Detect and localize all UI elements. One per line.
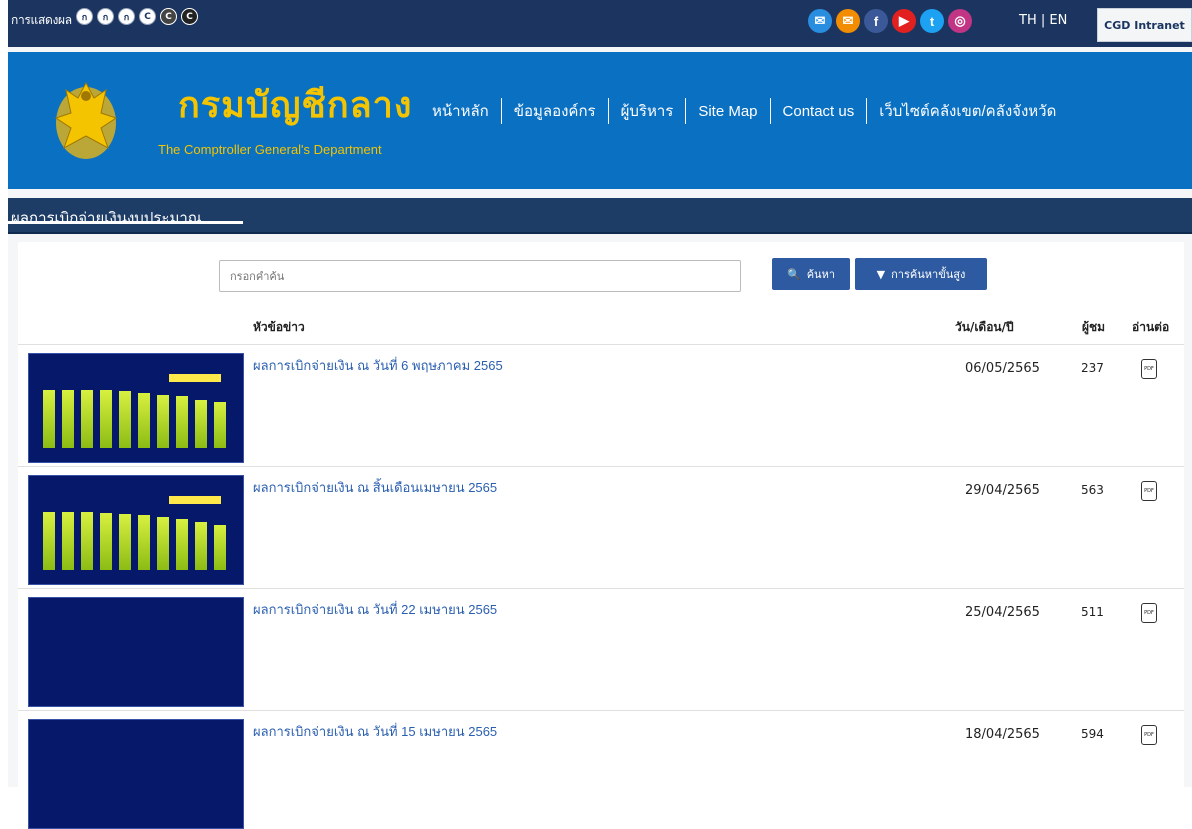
news-thumbnail[interactable] [28,719,244,829]
filter-icon: ▼ [876,267,886,281]
site-header: กรมบัญชีกลาง The Comptroller General's D… [8,52,1192,189]
twitter-icon[interactable]: t [920,9,944,33]
news-thumbnail[interactable] [28,353,244,463]
table-row: ผลการเบิกจ่ายเงิน ณ สิ้นเดือนเมษายน 2565… [18,466,1184,585]
nav-home[interactable]: หน้าหลัก [420,99,501,123]
news-date: 29/04/2565 [965,483,1040,498]
font-small-button[interactable]: ก [76,8,93,25]
news-title-link[interactable]: ผลการเบิกจ่ายเงิน ณ วันที่ 6 พฤษภาคม 256… [253,355,503,376]
cgd-intranet-button[interactable]: CGD Intranet [1097,8,1192,42]
pdf-icon[interactable]: PDF [1141,481,1157,501]
main-nav: หน้าหลัก ข้อมูลองค์กร ผู้บริหาร Site Map… [420,98,1068,124]
news-date: 25/04/2565 [965,605,1040,620]
brand-title-th: กรมบัญชีกลาง [178,84,413,125]
news-views: 563 [1081,483,1104,497]
search-icon: 🔍 [786,267,801,281]
news-title-link[interactable]: ผลการเบิกจ่ายเงิน ณ สิ้นเดือนเมษายน 2565 [253,477,497,498]
pdf-icon[interactable]: PDF [1141,603,1157,623]
contrast-high-button[interactable]: C [181,8,198,25]
nav-contact[interactable]: Contact us [771,103,867,120]
display-label: การแสดงผล [11,13,72,27]
news-views: 237 [1081,361,1104,375]
news-views: 511 [1081,605,1104,619]
news-views: 594 [1081,727,1104,741]
email-orange-icon[interactable]: ✉ [836,9,860,33]
social-links: ✉ ✉ f ▶ t ◎ [808,9,972,33]
nav-organization[interactable]: ข้อมูลองค์กร [502,99,608,123]
pdf-icon[interactable]: PDF [1141,359,1157,379]
facebook-icon[interactable]: f [864,9,888,33]
thumbnail-bars [43,388,233,448]
font-medium-button[interactable]: ก [97,8,114,25]
table-row: ผลการเบิกจ่ายเงิน ณ วันที่ 15 เมษายน 256… [18,710,1184,829]
section-underline [8,221,243,224]
news-title-link[interactable]: ผลการเบิกจ่ายเงิน ณ วันที่ 15 เมษายน 256… [253,721,497,742]
section-title: ผลการเบิกจ่ายเงินงบประมาณ [11,210,202,227]
email-icon[interactable]: ✉ [808,9,832,33]
lang-en-link[interactable]: EN [1049,13,1067,28]
news-thumbnail[interactable] [28,597,244,707]
thumbnail-bars [43,510,233,570]
font-large-button[interactable]: ก [118,8,135,25]
column-header-date: วัน/เดือน/ปี [955,320,1014,334]
nav-sitemap[interactable]: Site Map [686,103,769,120]
advanced-search-label: การค้นหาขั้นสูง [891,268,966,281]
lang-th-link[interactable]: TH [1019,13,1037,28]
top-bar: การแสดงผล ก ก ก C C C ✉ ✉ f ▶ t ◎ TH | E… [8,0,1192,47]
brand-title-en: The Comptroller General's Department [158,142,382,157]
font-size-controls: ก ก ก C C C [76,8,198,25]
column-header-title: หัวข้อข่าว [253,320,305,334]
news-date: 18/04/2565 [965,727,1040,742]
pdf-icon[interactable]: PDF [1141,725,1157,745]
lang-separator: | [1040,13,1046,28]
table-row: ผลการเบิกจ่ายเงิน ณ วันที่ 6 พฤษภาคม 256… [18,344,1184,463]
column-header-read: อ่านต่อ [1132,320,1170,334]
section-header: ผลการเบิกจ่ายเงินงบประมาณ [8,198,1192,234]
garuda-logo-icon[interactable] [46,68,126,168]
search-button-label: ค้นหา [806,268,835,281]
contrast-dark-button[interactable]: C [160,8,177,25]
contrast-normal-button[interactable]: C [139,8,156,25]
news-thumbnail[interactable] [28,475,244,585]
instagram-icon[interactable]: ◎ [948,9,972,33]
nav-regional-sites[interactable]: เว็บไซต์คลังเขต/คลังจังหวัด [867,99,1068,123]
content-panel: 🔍 ค้นหา ▼ การค้นหาขั้นสูง หัวข้อข่าว วัน… [18,242,1184,829]
column-header-views: ผู้ชม [1082,320,1106,334]
table-row: ผลการเบิกจ่ายเงิน ณ วันที่ 22 เมษายน 256… [18,588,1184,707]
news-date: 06/05/2565 [965,361,1040,376]
advanced-search-button[interactable]: ▼ การค้นหาขั้นสูง [855,258,987,290]
search-input[interactable] [219,260,741,292]
thumbnail-highlight [169,496,221,504]
news-title-link[interactable]: ผลการเบิกจ่ายเงิน ณ วันที่ 22 เมษายน 256… [253,599,497,620]
nav-executives[interactable]: ผู้บริหาร [609,99,686,123]
language-switch: TH | EN [1019,13,1067,28]
page-frame: การแสดงผล ก ก ก C C C ✉ ✉ f ▶ t ◎ TH | E… [8,0,1192,829]
youtube-icon[interactable]: ▶ [892,9,916,33]
thumbnail-highlight [169,374,221,382]
search-button[interactable]: 🔍 ค้นหา [772,258,850,290]
